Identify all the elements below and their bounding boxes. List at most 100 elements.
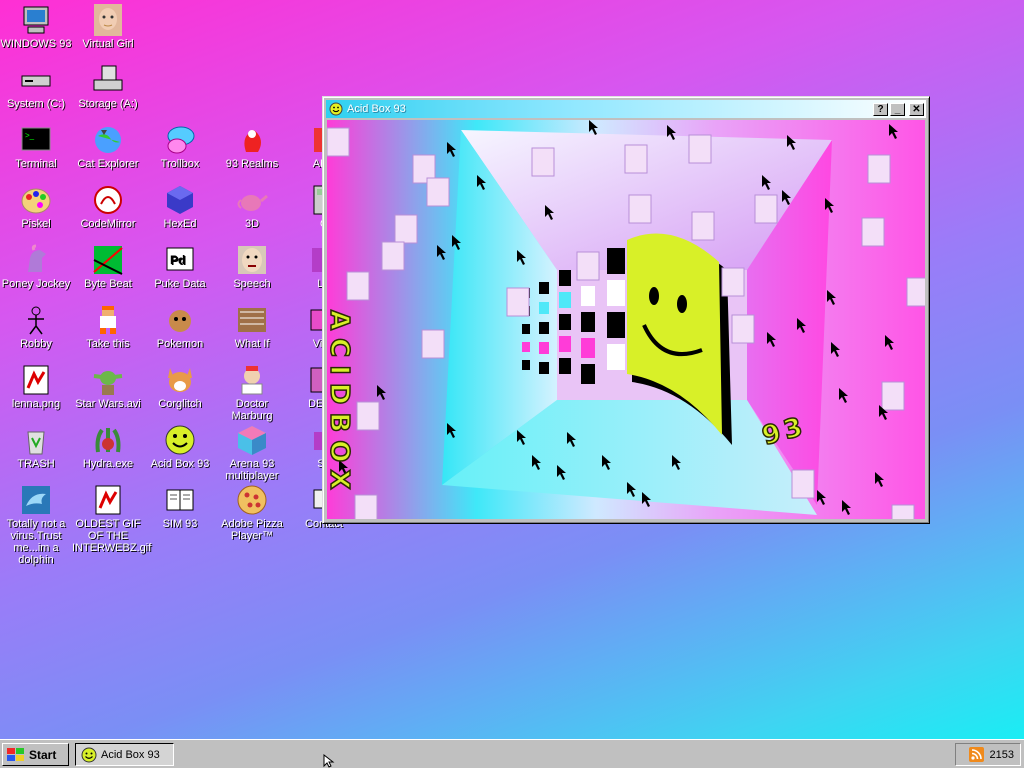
minimize-button[interactable]: _ — [890, 102, 905, 116]
computer-icon — [23, 6, 49, 34]
desktop-icon-label: Trollbox — [160, 158, 200, 170]
desktop-icon-oldest-gif[interactable]: OLDEST GIF OF THE INTERWEBZ.gif — [72, 484, 151, 554]
book-icon — [166, 489, 194, 511]
desktop-icon-label: Byte Beat — [84, 278, 132, 290]
desktop-icon-label: Totally not a virus.Trust me...im a dolp… — [6, 518, 66, 566]
start-logo-icon — [7, 747, 24, 761]
svg-text:>_: >_ — [25, 131, 35, 140]
desktop-icon-label: SIM 93 — [162, 518, 198, 530]
desktop-icon-label: What If — [234, 338, 270, 350]
start-button[interactable]: Start — [2, 743, 69, 766]
desktop-icon-robby[interactable]: Robby — [0, 304, 72, 350]
desktop-icon-label: Corglitch — [158, 398, 202, 410]
pokemon-icon — [169, 310, 191, 332]
window-titlebar[interactable]: Acid Box 93 ? _ ✕ — [326, 100, 926, 118]
desktop-icon-adobe-pizza[interactable]: Adobe Pizza Player™ — [216, 484, 288, 542]
desktop-icon-trash[interactable]: TRASH — [0, 424, 72, 470]
yoda-icon — [93, 371, 123, 395]
smiley-icon — [81, 747, 97, 762]
desktop-icon-label: WINDOWS 93 — [0, 38, 72, 50]
taskbar-item-acid-box[interactable]: Acid Box 93 — [75, 743, 174, 766]
desktop-icon-windows93[interactable]: WINDOWS 93 — [0, 4, 72, 50]
desktop-icon-label: Poney Jockey — [1, 278, 71, 290]
desktop-icon-label: lenna.png — [11, 398, 61, 410]
desktop-icon-pokemon[interactable]: Pokemon — [144, 304, 216, 350]
desktop-icon-star-wars[interactable]: Star Wars.avi — [72, 364, 144, 410]
scene-text-left: ACIDBOX — [327, 310, 354, 498]
help-button[interactable]: ? — [873, 102, 888, 116]
desktop-icon-3d[interactable]: 3D — [216, 184, 288, 230]
acid-box-window: Acid Box 93 ? _ ✕ ACIDBOX 93 — [322, 96, 930, 524]
recycle-bin-icon — [27, 431, 45, 455]
desktop-icon-trollbox[interactable]: Trollbox — [144, 124, 216, 170]
teapot-icon — [237, 194, 268, 211]
desktop-icon-piskel[interactable]: Piskel — [0, 184, 72, 230]
svg-text:Pd: Pd — [170, 253, 185, 267]
hydra-icon — [95, 428, 121, 453]
desktop-icon-label: Speech — [233, 278, 271, 290]
codemirror-icon — [94, 186, 122, 214]
corgi-icon — [168, 368, 192, 392]
desktop-icon-codemirror[interactable]: CodeMirror — [72, 184, 144, 230]
desktop-icon-terminal[interactable]: >_ Terminal — [0, 124, 72, 170]
desktop-icon-doctor-marburg[interactable]: Doctor Marburg — [216, 364, 288, 422]
desktop-icon-virtual-girl[interactable]: Virtual Girl — [72, 4, 144, 50]
desktop-icon-dolphin[interactable]: Totally not a virus.Trust me...im a dolp… — [0, 484, 72, 566]
desktop-icon-label: Take this — [86, 338, 130, 350]
desktop-icon-label: Adobe Pizza Player™ — [221, 518, 283, 542]
dolphin-icon — [22, 486, 50, 514]
desktop-icon-corglitch[interactable]: Corglitch — [144, 364, 216, 410]
byte-beat-icon — [93, 246, 123, 275]
window-title: Acid Box 93 — [347, 103, 406, 115]
image-file-icon — [23, 365, 49, 395]
acid-box-canvas[interactable]: ACIDBOX 93 — [327, 120, 925, 519]
desktop-icon-system-c[interactable]: System (C:) — [0, 64, 72, 110]
desktop-icon-label: System (C:) — [6, 98, 66, 110]
desktop-icon-puke-data[interactable]: Pd Puke Data — [144, 244, 216, 290]
mouse-cursor-icon — [323, 754, 335, 768]
desktop-icon-storage-a[interactable]: Storage (A:) — [72, 64, 144, 110]
pixel-guy-icon — [100, 306, 116, 334]
close-button[interactable]: ✕ — [909, 102, 924, 116]
smiley-icon — [165, 425, 195, 455]
desktop-icon-speech[interactable]: Speech — [216, 244, 288, 290]
taskbar-item-label: Acid Box 93 — [101, 748, 160, 761]
desktop-icon-label: Pokemon — [156, 338, 204, 350]
terminal-icon: >_ — [21, 127, 51, 151]
desktop-icon-label: Star Wars.avi — [75, 398, 141, 410]
start-label: Start — [29, 747, 57, 762]
desktop-icon-label: CodeMirror — [80, 218, 136, 230]
desktop-icon-byte-beat[interactable]: Byte Beat — [72, 244, 144, 290]
chat-bubble-icon — [167, 126, 195, 154]
system-tray: 2153 — [955, 743, 1021, 766]
desktop-icon-label: Storage (A:) — [78, 98, 138, 110]
desktop-icon-label: Hydra.exe — [82, 458, 134, 470]
desktop-icon-what-if[interactable]: What If — [216, 304, 288, 350]
desktop-icon-arena93[interactable]: Arena 93 multiplayer — [216, 424, 288, 482]
desktop-icon-93realms[interactable]: 93 Realms — [216, 124, 288, 170]
desktop-icon-label: Virtual Girl — [82, 38, 134, 50]
rss-icon[interactable] — [968, 747, 984, 762]
desktop-icon-label: Arena 93 multiplayer — [225, 458, 279, 482]
realms-icon — [244, 130, 261, 152]
desktop-icon-hexed[interactable]: HexEd — [144, 184, 216, 230]
clock: 2153 — [989, 748, 1014, 761]
desktop-icon-sim93[interactable]: SIM 93 — [144, 484, 216, 530]
desktop-icon-poney-jockey[interactable]: Poney Jockey — [0, 244, 72, 290]
girl-face-icon — [94, 4, 122, 36]
desktop-icon-label: Piskel — [21, 218, 51, 230]
globe-cat-icon — [95, 127, 121, 153]
desktop-icon-hydra[interactable]: Hydra.exe — [72, 424, 144, 470]
hard-drive-icon — [21, 75, 51, 87]
desktop-icon-label: Robby — [20, 338, 52, 350]
desktop-icon-lenna[interactable]: lenna.png — [0, 364, 72, 410]
what-if-icon — [238, 308, 266, 332]
doctor-icon — [241, 366, 263, 395]
desktop-icon-take-this[interactable]: Take this — [72, 304, 144, 350]
pd-icon: Pd — [166, 247, 194, 271]
stick-figure-icon — [28, 306, 44, 335]
desktop-icon-cat-explorer[interactable]: Cat Explorer — [72, 124, 144, 170]
taskbar: Start Acid Box 93 2153 — [0, 739, 1024, 768]
desktop-icon-acid-box[interactable]: Acid Box 93 — [144, 424, 216, 470]
acid-scene: ACIDBOX 93 — [327, 120, 925, 519]
